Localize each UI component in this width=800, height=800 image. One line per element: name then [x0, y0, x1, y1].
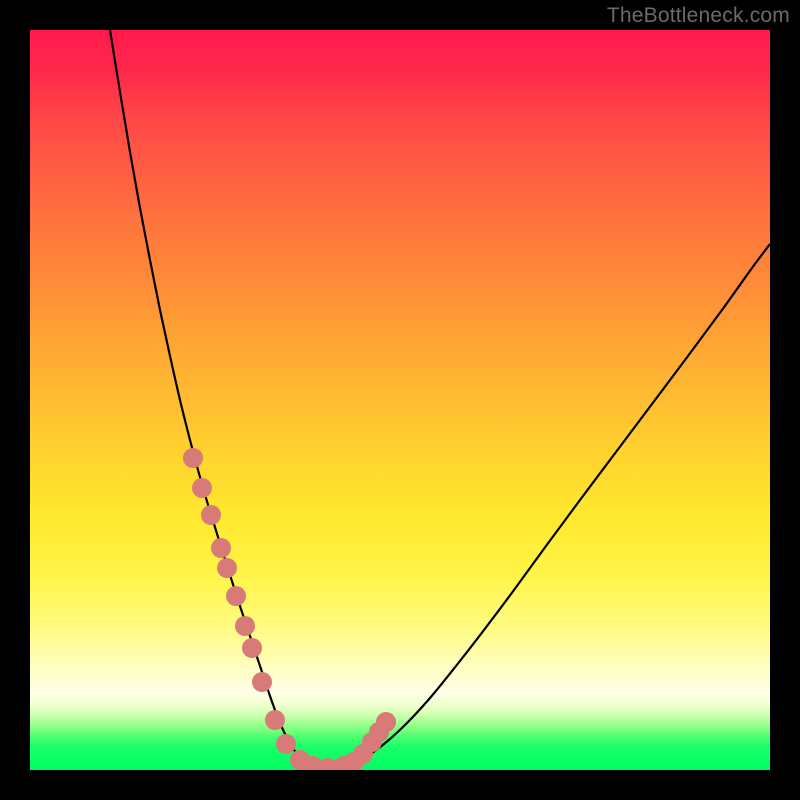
curve-layer: [30, 30, 770, 770]
plot-area: [30, 30, 770, 770]
scatter-dot: [192, 478, 212, 498]
scatter-dot: [276, 734, 296, 754]
watermark-text: TheBottleneck.com: [607, 4, 790, 28]
scatter-dot: [265, 710, 285, 730]
bottleneck-curve: [110, 30, 770, 768]
scatter-dot: [217, 558, 237, 578]
scatter-dot: [201, 505, 221, 525]
chart-frame: TheBottleneck.com: [0, 0, 800, 800]
scatter-dot: [226, 586, 246, 606]
scatter-dot: [242, 638, 262, 658]
scatter-dot: [183, 448, 203, 468]
scatter-dots: [183, 448, 396, 770]
scatter-dot: [235, 616, 255, 636]
scatter-dot: [211, 538, 231, 558]
scatter-dot: [252, 672, 272, 692]
scatter-dot: [376, 712, 396, 732]
